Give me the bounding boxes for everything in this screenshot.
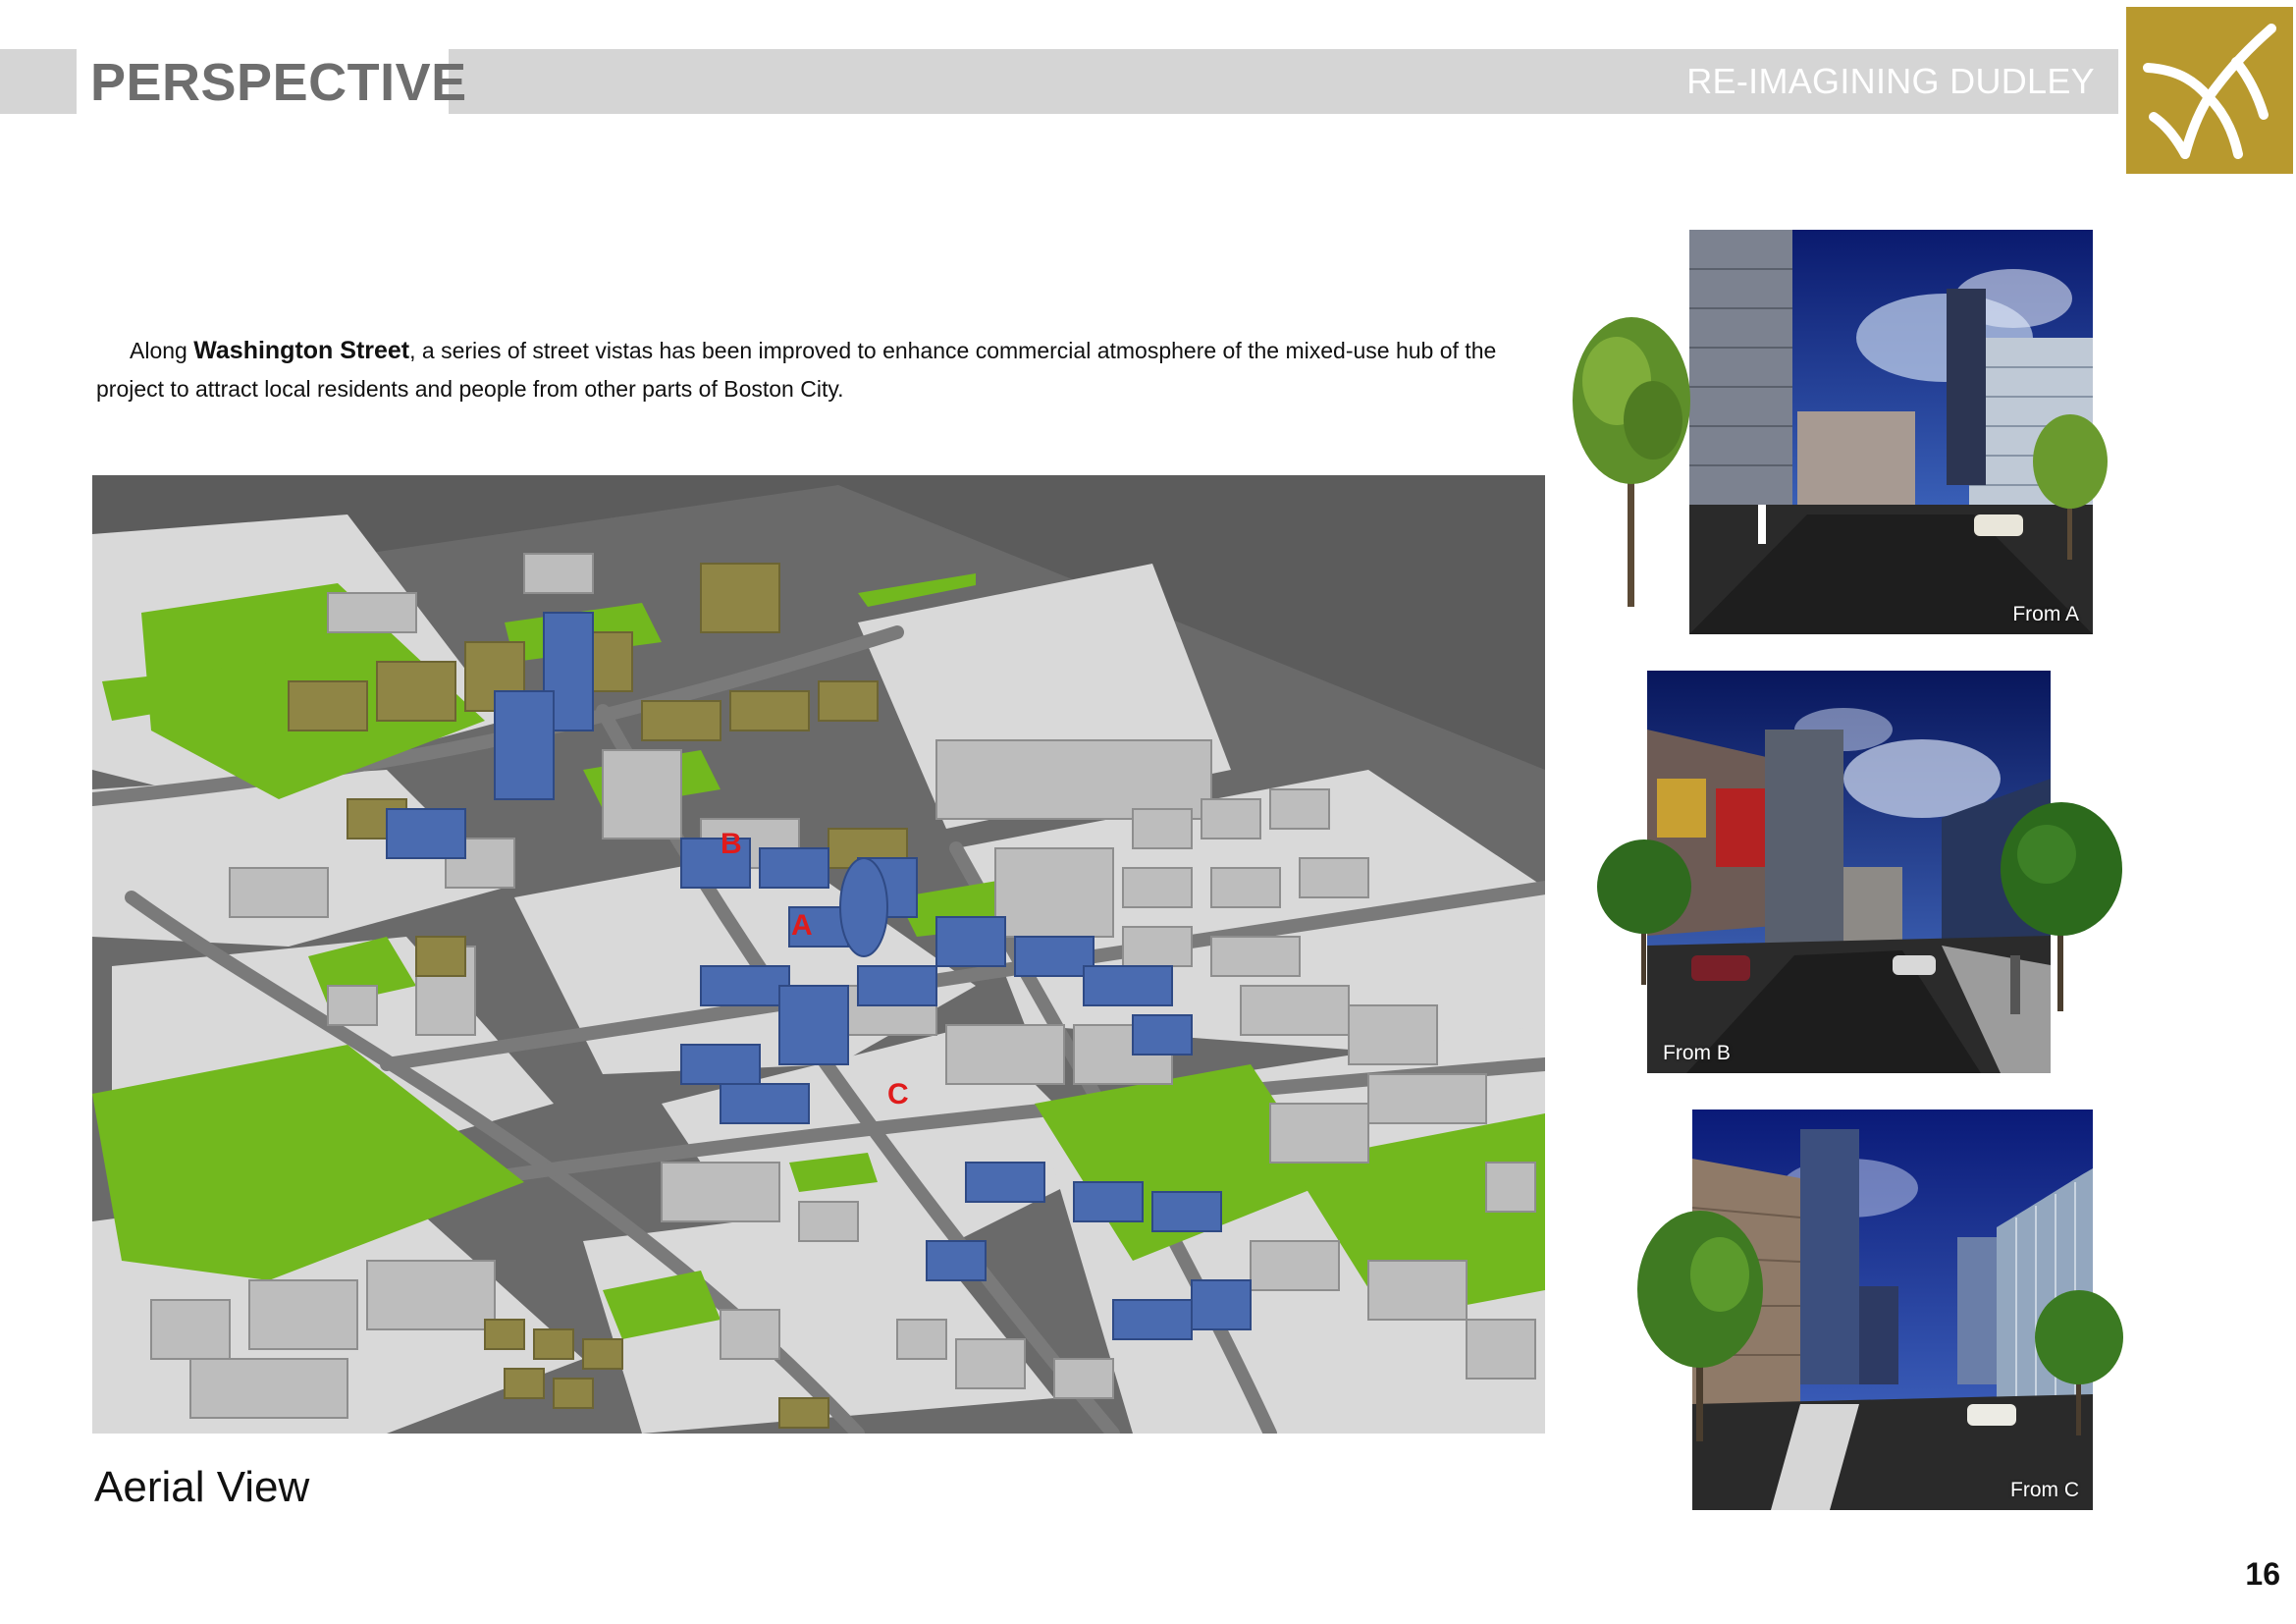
marker-c: C <box>887 1078 909 1110</box>
marker-b: B <box>721 828 742 860</box>
perspective-from-b: From B <box>1647 671 2051 1073</box>
section-title: PERSPECTIVE <box>90 53 467 112</box>
tree-illustration-c-right <box>2035 1290 2123 1435</box>
intro-paragraph: Along Washington Street, a series of str… <box>96 332 1549 408</box>
header-band-left <box>0 49 77 114</box>
tree-illustration-b-right <box>2001 802 2122 1011</box>
aerial-view-image: B A C <box>92 475 1545 1434</box>
tree-illustration-c-left <box>1637 1211 1763 1441</box>
project-title: RE-IMAGINING DUDLEY <box>1686 61 2095 101</box>
intro-lead: Along <box>130 338 194 363</box>
view-label-a: From A <box>2012 603 2079 625</box>
view-label-b: From B <box>1663 1042 1731 1064</box>
tree-illustration-a-right <box>2033 414 2108 560</box>
view-label-c: From C <box>2010 1479 2079 1501</box>
tree-illustration-a-left <box>1573 317 1690 607</box>
dudley-intersection-logo-icon <box>2126 7 2293 174</box>
street-name: Washington Street <box>193 337 410 364</box>
page-number: 16 <box>2245 1556 2280 1592</box>
aerial-view-caption: Aerial View <box>94 1463 310 1511</box>
tree-illustration-b-left <box>1597 839 1691 985</box>
marker-a: A <box>791 909 813 942</box>
